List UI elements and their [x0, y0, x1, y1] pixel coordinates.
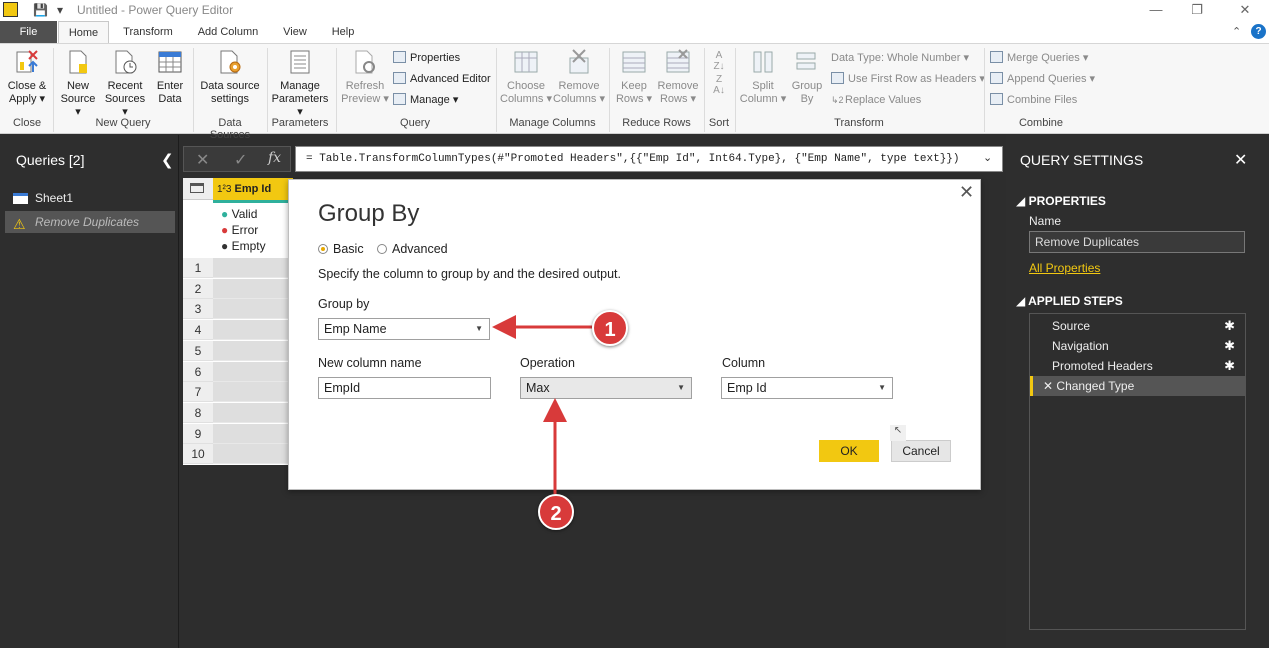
annotation-badge-2: 2	[538, 494, 574, 530]
annotation-badge-1: 1	[592, 310, 628, 346]
annotation-arrows	[492, 315, 592, 495]
